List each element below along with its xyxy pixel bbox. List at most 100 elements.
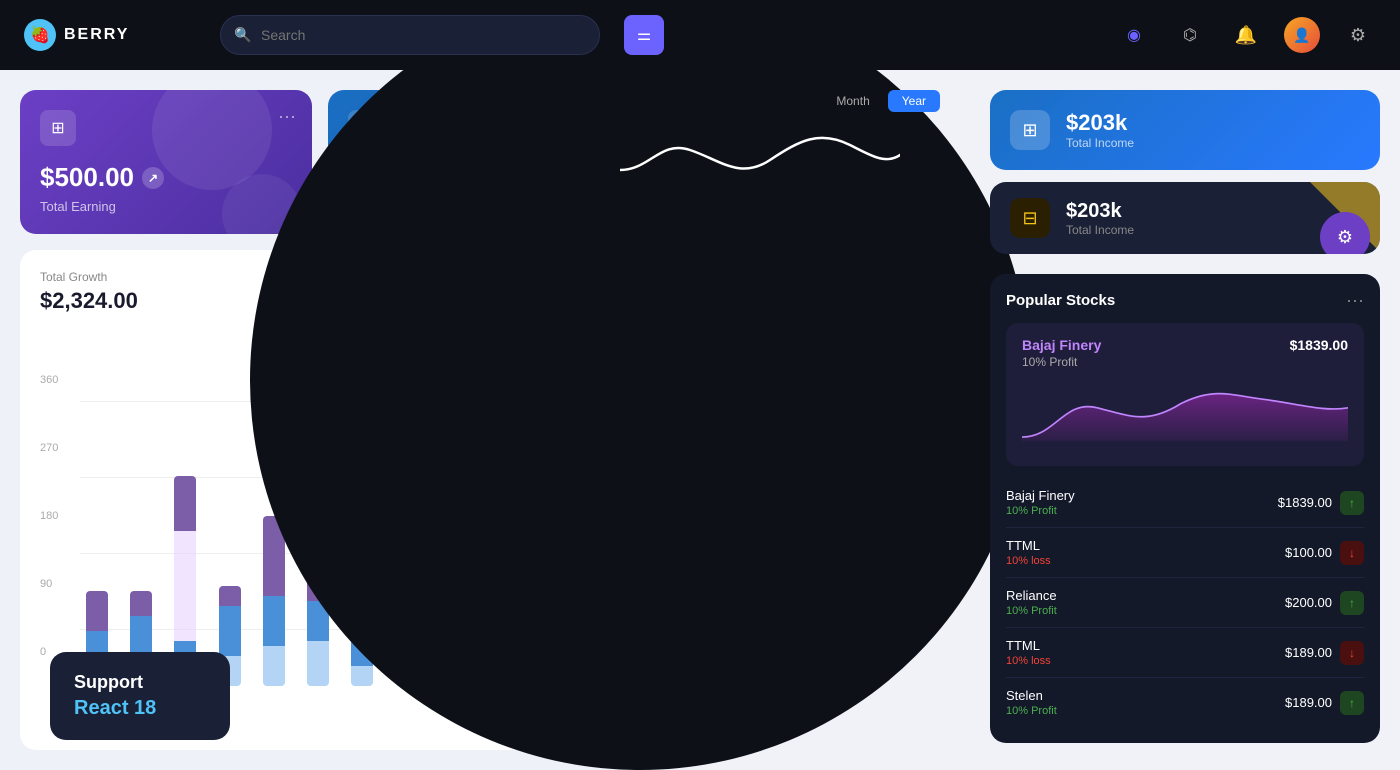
wave-chart (620, 120, 900, 200)
stocks-section: Popular Stocks ··· Bajaj Finery $1839.00… (990, 274, 1380, 743)
stock-name-3: Reliance (1006, 588, 1057, 603)
stock-badge-1: ↑ (1340, 491, 1364, 515)
stocks-more-icon[interactable]: ··· (1346, 290, 1364, 311)
avatar[interactable]: 👤 (1284, 17, 1320, 53)
stocks-title: Popular Stocks (1006, 292, 1115, 309)
stock-info-2: TTML 10% loss (1006, 538, 1051, 567)
main-content: ⊞ ··· $500.00 ↗ Total Earning 🛍 $961 ↗ T… (0, 70, 1400, 770)
stock-profit-4: 10% loss (1006, 655, 1051, 667)
growth-label: Total Growth (40, 270, 138, 284)
bell-icon[interactable]: 🔔 (1228, 17, 1264, 53)
earning-arrow-icon: ↗ (142, 167, 164, 189)
income-label-blue: Total Income (1066, 136, 1134, 150)
translate-icon[interactable]: ⌬ (1172, 17, 1208, 53)
stock-item-4: TTML 10% loss $189.00 ↓ (1006, 628, 1364, 678)
income-label-dark: Total Income (1066, 223, 1134, 237)
bar-group-3 (168, 346, 202, 686)
logo-text: BERRY (64, 26, 129, 44)
stock-price-4: $189.00 (1285, 645, 1332, 660)
bar-blue (219, 606, 241, 656)
filter-icon: ⚌ (637, 25, 651, 45)
growth-amount: $2,324.00 (40, 288, 138, 314)
stock-item-5: Stelen 10% Profit $189.00 ↑ (1006, 678, 1364, 727)
stock-profit-1: 10% Profit (1006, 505, 1075, 517)
earning-label: Total Earning (40, 199, 292, 214)
filter-button[interactable]: ⚌ (624, 15, 664, 55)
income-amount-blue: $203k (1066, 110, 1134, 136)
stock-profit-5: 10% Profit (1006, 705, 1057, 717)
header-right: ◉ ⌬ 🔔 👤 ⚙ (1116, 17, 1376, 53)
bar-group-1 (80, 346, 114, 686)
featured-stock-name: Bajaj Finery (1022, 337, 1101, 353)
stock-price-5: $189.00 (1285, 695, 1332, 710)
stock-price-3: $200.00 (1285, 595, 1332, 610)
month-button[interactable]: Month (822, 90, 883, 112)
stock-item-1: Bajaj Finery 10% Profit $1839.00 ↑ (1006, 478, 1364, 528)
bar-group-4 (213, 346, 247, 686)
stock-name-2: TTML (1006, 538, 1051, 553)
period-toggle: Month Year (620, 90, 940, 112)
signal-icon[interactable]: ◉ (1116, 17, 1152, 53)
earning-amount: $500.00 ↗ (40, 162, 292, 193)
bar-blue (263, 596, 285, 646)
stocks-header: Popular Stocks ··· (1006, 290, 1364, 311)
bar-group-2 (124, 346, 158, 686)
income-amount-dark: $203k (1066, 200, 1134, 223)
stock-name-1: Bajaj Finery (1006, 488, 1075, 503)
bar-purple (130, 591, 152, 616)
earning-card-more[interactable]: ··· (278, 106, 296, 127)
income-info-blue: $203k Total Income (1066, 110, 1134, 150)
bar-light (263, 646, 285, 686)
stock-badge-4: ↓ (1340, 641, 1364, 665)
search-area: 🔍 (220, 15, 600, 55)
income-card-dark: ⊟ $203k Total Income ⚙ (990, 182, 1380, 254)
featured-stock-header: Bajaj Finery $1839.00 (1022, 337, 1348, 353)
search-icon: 🔍 (234, 27, 251, 44)
income-icon-dark: ⊟ (1010, 198, 1050, 238)
header: 🍓 BERRY 🔍 ⚌ ◉ ⌬ 🔔 👤 ⚙ (0, 0, 1400, 70)
earning-card: ⊞ ··· $500.00 ↗ Total Earning (20, 90, 312, 234)
stock-badge-3: ↑ (1340, 591, 1364, 615)
bar-light (307, 641, 329, 686)
stock-info-1: Bajaj Finery 10% Profit (1006, 488, 1075, 517)
settings-icon[interactable]: ⚙ (1340, 17, 1376, 53)
income-icon-blue: ⊞ (1010, 110, 1050, 150)
earning-card-icon: ⊞ (40, 110, 76, 146)
featured-stock-profit: 10% Profit (1022, 355, 1348, 369)
stock-info-4: TTML 10% loss (1006, 638, 1051, 667)
bar-light-top (174, 531, 196, 641)
gear-button[interactable]: ⚙ (1320, 212, 1370, 254)
stock-price-2: $100.00 (1285, 545, 1332, 560)
support-tooltip: Support React 18 (50, 652, 230, 740)
bar-purple (86, 591, 108, 631)
mid-section: Month Year (620, 90, 940, 205)
income-info-dark: $203k Total Income (1066, 200, 1134, 237)
logo-area: 🍓 BERRY (24, 19, 204, 51)
stock-item-3: Reliance 10% Profit $200.00 ↑ (1006, 578, 1364, 628)
search-input[interactable] (220, 15, 600, 55)
stock-badge-5: ↑ (1340, 691, 1364, 715)
support-subtitle: React 18 (74, 697, 206, 720)
featured-stock-card: Bajaj Finery $1839.00 10% Profit (1006, 323, 1364, 466)
stock-price-1: $1839.00 (1278, 495, 1332, 510)
stock-list: Bajaj Finery 10% Profit $1839.00 ↑ TTML … (1006, 478, 1364, 727)
bar-purple (174, 476, 196, 531)
stock-profit-3: 10% Profit (1006, 605, 1057, 617)
stock-profit-2: 10% loss (1006, 555, 1051, 567)
bar-light (351, 666, 373, 686)
year-button[interactable]: Year (888, 90, 940, 112)
y-axis-labels: 360 270 180 90 0 (40, 346, 58, 686)
stock-name-4: TTML (1006, 638, 1051, 653)
stock-name-5: Stelen (1006, 688, 1057, 703)
stock-info-3: Reliance 10% Profit (1006, 588, 1057, 617)
featured-stock-price: $1839.00 (1290, 337, 1348, 353)
income-card-blue: ⊞ $203k Total Income (990, 90, 1380, 170)
bar-purple (219, 586, 241, 606)
stock-info-5: Stelen 10% Profit (1006, 688, 1057, 717)
featured-stock-chart (1022, 377, 1348, 447)
stock-item-2: TTML 10% loss $100.00 ↓ (1006, 528, 1364, 578)
logo-icon: 🍓 (24, 19, 56, 51)
stock-badge-2: ↓ (1340, 541, 1364, 565)
support-title: Support (74, 672, 206, 693)
right-content: ⊞ $203k Total Income ⊟ $203k Total Incom… (970, 70, 1400, 770)
